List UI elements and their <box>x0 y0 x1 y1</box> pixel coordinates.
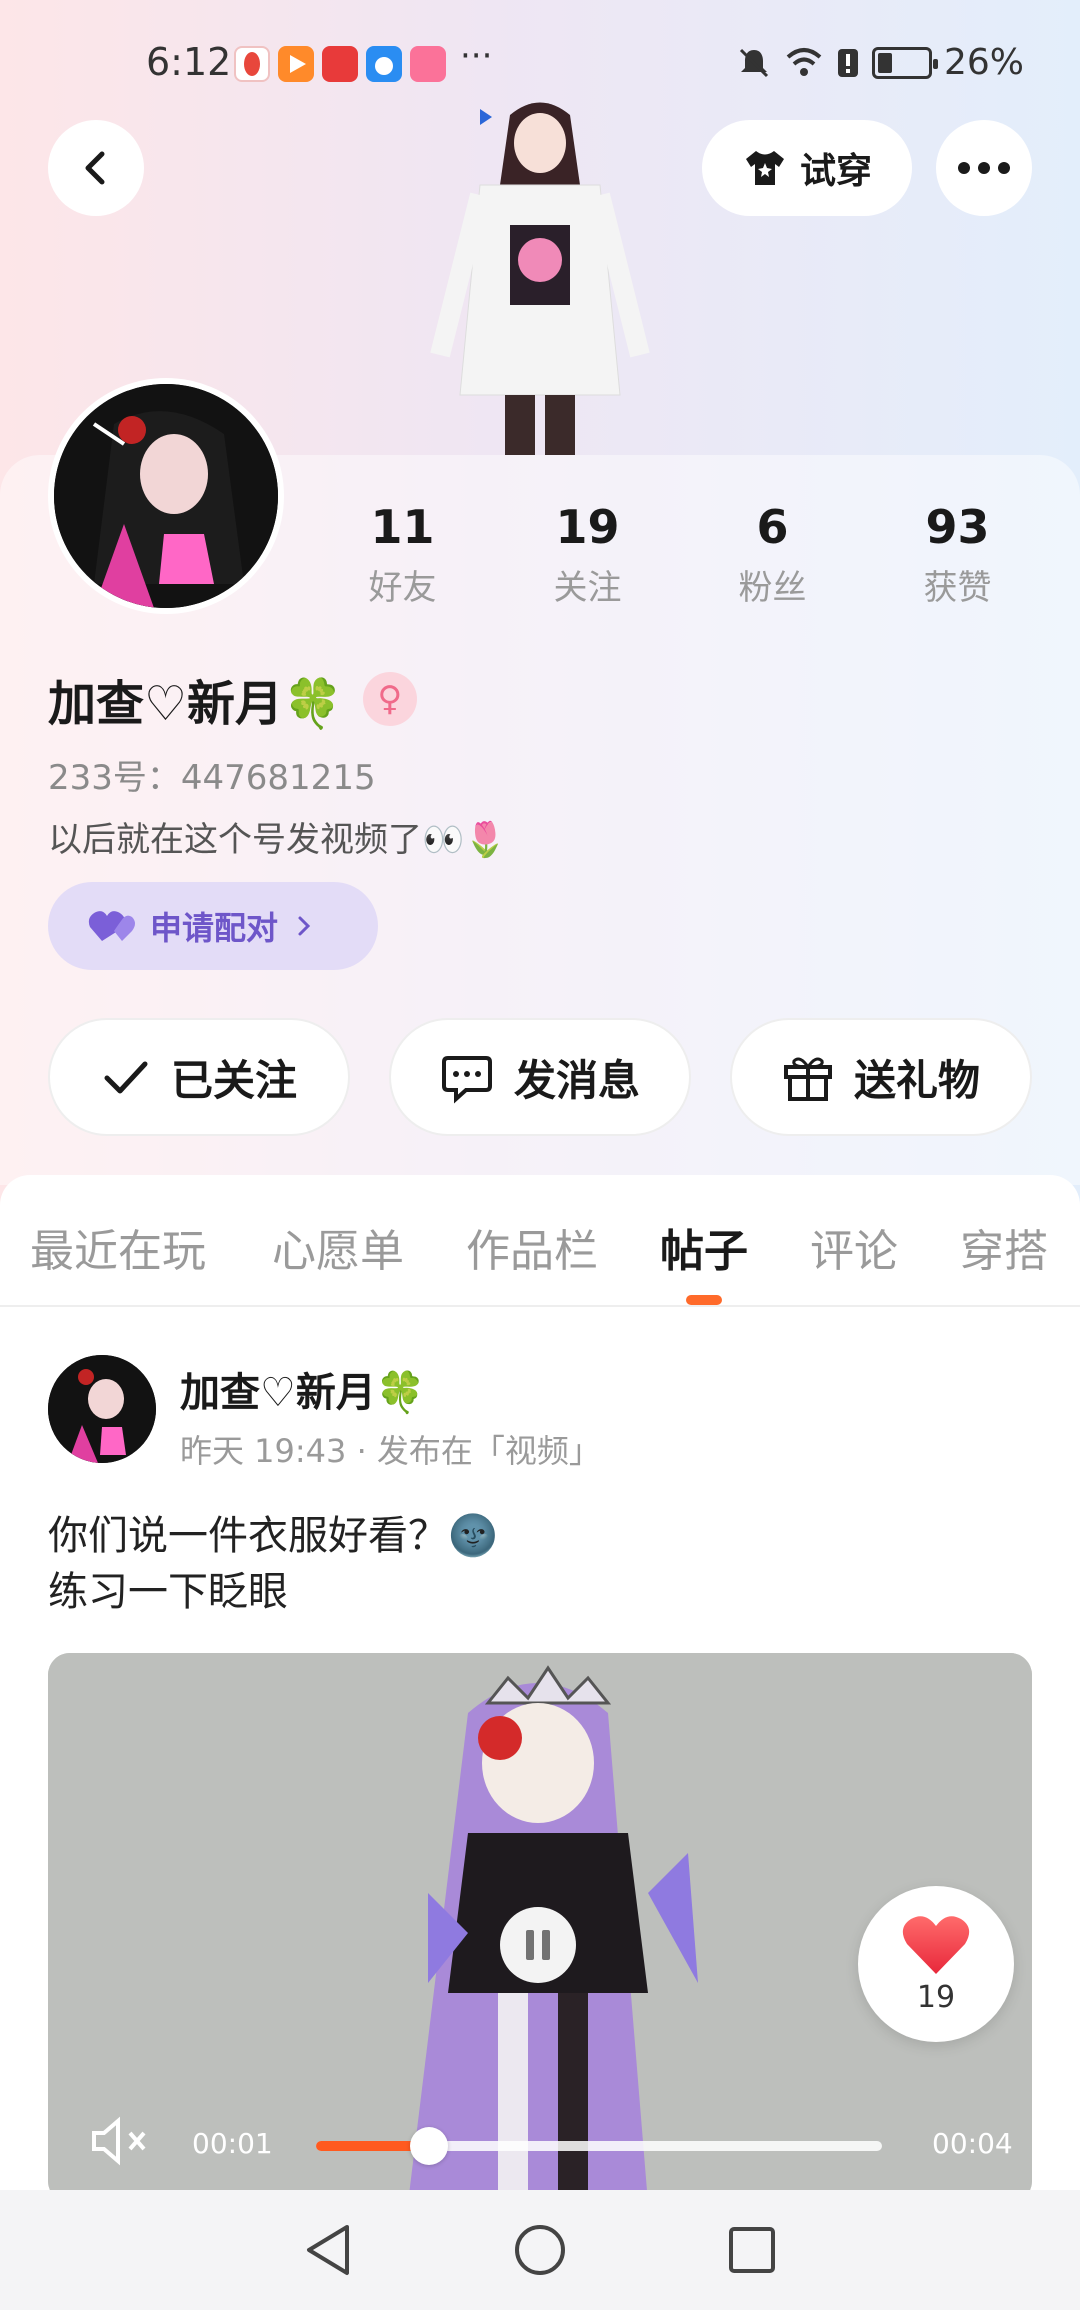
xiaohongshu-app-icon <box>234 46 270 82</box>
post-text-line: 练习一下眨眼 <box>48 1569 288 1615</box>
stat-friends[interactable]: 11 好友 <box>310 500 495 609</box>
tab-recently-played[interactable]: 最近在玩 <box>30 1215 206 1279</box>
nav-recents-icon[interactable] <box>727 2225 777 2275</box>
heart-icon <box>902 1915 970 1974</box>
stat-value: 6 <box>756 500 789 554</box>
nav-home-icon[interactable] <box>513 2223 567 2277</box>
avatar-character-figure[interactable] <box>410 95 670 455</box>
tab-wishlist[interactable]: 心愿单 <box>272 1215 404 1279</box>
stat-label: 关注 <box>553 568 622 608</box>
tab-posts[interactable]: 帖子 <box>660 1215 748 1279</box>
pause-button[interactable] <box>500 1907 576 1983</box>
back-button[interactable] <box>48 120 144 216</box>
stat-label: 获赞 <box>923 568 992 608</box>
battery-percent: 26% <box>943 42 1024 83</box>
huawei-app-icon <box>322 46 358 82</box>
avatar-image <box>54 384 278 608</box>
stat-following[interactable]: 19 关注 <box>495 500 680 609</box>
video-app-icon <box>278 46 314 82</box>
stat-label: 好友 <box>368 568 437 608</box>
alert-icon <box>837 48 858 77</box>
volume-muted-icon[interactable] <box>88 2113 152 2169</box>
stat-label: 粉丝 <box>738 568 807 608</box>
tab-outfits[interactable]: 穿搭 <box>960 1215 1048 1279</box>
video-progress-bar[interactable] <box>316 2127 882 2165</box>
tshirt-icon <box>745 151 784 185</box>
try-on-label: 试穿 <box>799 151 872 192</box>
heart-pair-icon <box>88 911 135 941</box>
checkmark-icon <box>104 1061 148 1094</box>
wifi-icon <box>786 47 822 76</box>
profile-name: 加查♡新月🍀 <box>48 676 343 732</box>
stat-value: 19 <box>555 500 620 554</box>
like-button[interactable]: 19 <box>858 1886 1014 2042</box>
female-gender-icon: ♀ <box>362 672 417 726</box>
bilibili-app-icon <box>410 46 446 82</box>
post-author-avatar[interactable] <box>48 1355 156 1463</box>
video-current-time: 00:01 <box>192 2127 273 2160</box>
profile-bio: 以后就在这个号发视频了👀🌷 <box>48 820 507 860</box>
try-on-button[interactable]: 试穿 <box>702 120 912 216</box>
profile-uid[interactable]: 233号：447681215 <box>48 750 376 799</box>
active-tab-indicator <box>686 1295 722 1305</box>
status-time: 6:12 <box>146 40 232 84</box>
post-author-name[interactable]: 加查♡新月🍀 <box>180 1360 426 1418</box>
send-gift-button[interactable]: 送礼物 <box>730 1018 1032 1136</box>
profile-actions: 已关注 发消息 送礼物 <box>48 1018 1032 1136</box>
post-text-line: 你们说一件衣服好看？🌚 <box>48 1513 498 1559</box>
nav-back-icon[interactable] <box>303 2223 353 2277</box>
followed-button[interactable]: 已关注 <box>48 1018 350 1136</box>
gift-icon <box>783 1057 832 1101</box>
status-bar: 6:12 ··· 26% <box>0 30 1080 96</box>
profile-tabs: 最近在玩 心愿单 作品栏 帖子 评论 穿搭 <box>0 1175 1080 1307</box>
avatar[interactable] <box>48 378 284 614</box>
chat-bubble-icon <box>441 1056 492 1104</box>
profile-name-row: 加查♡新月🍀 ♀ <box>48 664 417 734</box>
battery-icon <box>871 46 938 79</box>
tab-comments[interactable]: 评论 <box>810 1215 898 1279</box>
more-dots-icon <box>958 162 1010 174</box>
stat-likes[interactable]: 93 获赞 <box>865 500 1050 609</box>
tab-works[interactable]: 作品栏 <box>466 1215 598 1279</box>
stat-followers[interactable]: 6 粉丝 <box>680 500 865 609</box>
post-text: 你们说一件衣服好看？🌚 练习一下眨眼 <box>48 1508 498 1620</box>
profile-page: 6:12 ··· 26% 试穿 11 好友 19 关注 6 粉丝 93 获赞 加… <box>0 0 1080 2310</box>
send-message-button[interactable]: 发消息 <box>389 1018 691 1136</box>
stat-value: 11 <box>370 500 435 554</box>
status-icons: 26% <box>736 42 1024 83</box>
post-meta: 昨天 19:43 · 发布在「视频」 <box>180 1432 601 1470</box>
stat-value: 93 <box>925 500 990 554</box>
send-message-label: 发消息 <box>513 1055 640 1105</box>
send-gift-label: 送礼物 <box>853 1055 980 1105</box>
video-progress-thumb[interactable] <box>410 2127 449 2165</box>
weather-app-icon <box>366 46 402 82</box>
like-count: 19 <box>916 1979 956 2015</box>
bell-muted-icon <box>739 48 769 77</box>
profile-stats: 11 好友 19 关注 6 粉丝 93 获赞 <box>310 500 1050 609</box>
chevron-right-icon <box>298 916 311 936</box>
more-options-button[interactable] <box>936 120 1032 216</box>
chevron-left-icon <box>85 151 105 185</box>
notification-app-icons <box>234 46 446 82</box>
request-pairing-label: 申请配对 <box>150 909 279 947</box>
system-nav-bar <box>0 2190 1080 2310</box>
more-notifications-indicator: ··· <box>460 36 493 76</box>
request-pairing-button[interactable]: 申请配对 <box>48 882 378 970</box>
followed-label: 已关注 <box>170 1055 297 1105</box>
video-total-time: 00:04 <box>932 2127 1013 2160</box>
